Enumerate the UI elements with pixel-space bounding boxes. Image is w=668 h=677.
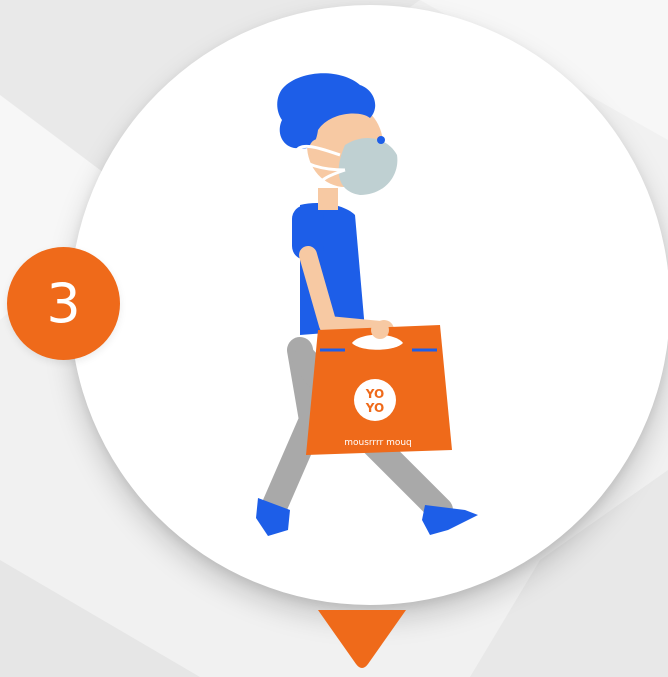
down-triangle-icon (318, 610, 406, 668)
